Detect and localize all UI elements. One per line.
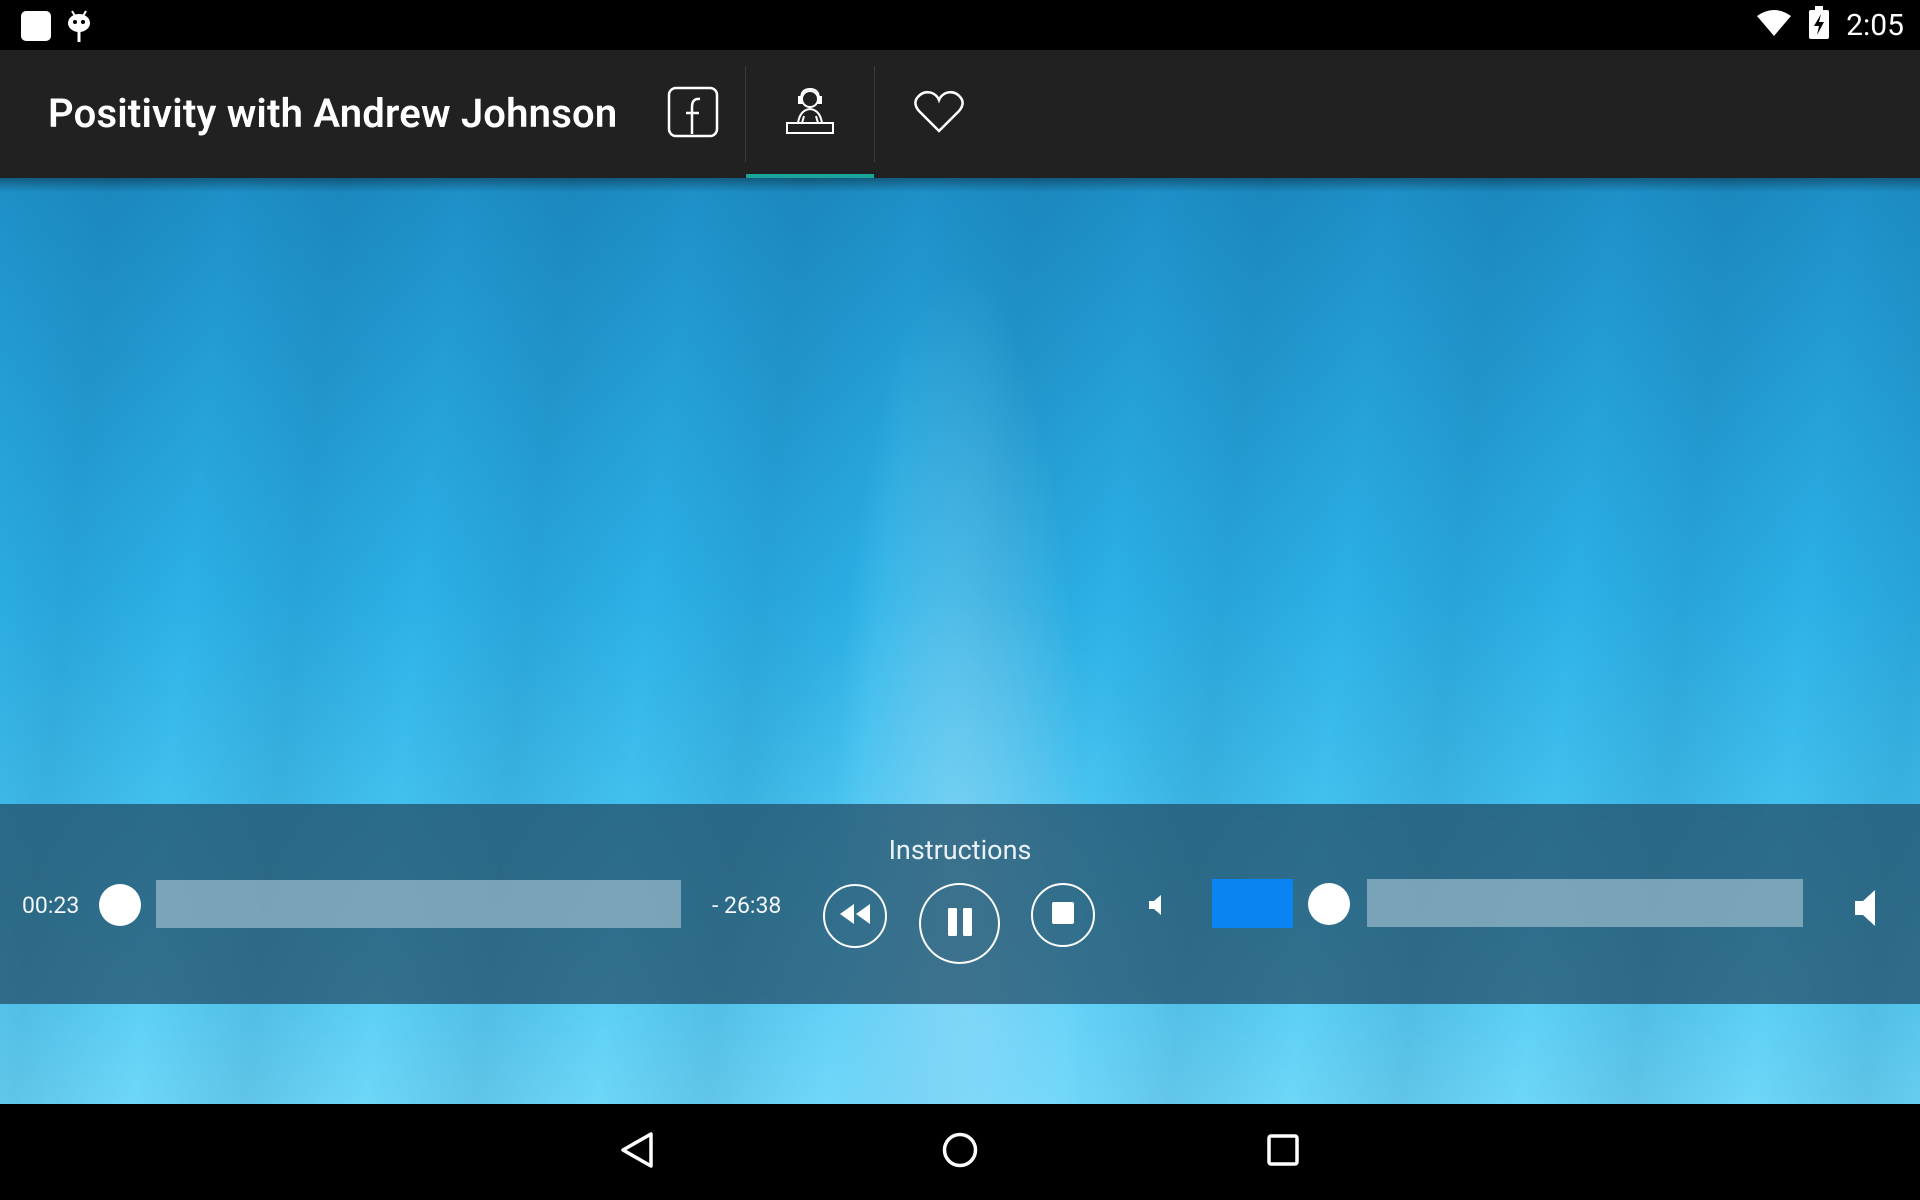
volume-bar-track[interactable] [1367,879,1803,927]
facebook-icon [667,86,719,142]
track-title: Instructions [888,834,1032,866]
seek-bar-track[interactable] [156,880,681,928]
back-button[interactable] [589,1104,685,1200]
battery-charging-icon [1808,6,1830,44]
elapsed-time: 00:23 [22,892,80,919]
back-icon [617,1130,657,1174]
seek-bar-thumb[interactable] [99,884,141,926]
pause-icon [945,906,975,942]
rewind-button[interactable] [823,884,887,948]
status-clock: 2:05 [1846,7,1904,43]
app-notification-icon [20,10,52,46]
volume-bar-thumb[interactable] [1308,883,1350,925]
wifi-icon [1756,8,1792,42]
app-bar-shadow [0,178,1920,192]
dj-icon [784,86,836,142]
home-icon [940,1130,980,1174]
pause-button[interactable] [919,883,1000,964]
player-panel: Instructions 00:23 - 26:38 [0,804,1920,1004]
heart-icon [913,89,965,139]
remaining-time: - 26:38 [712,892,782,919]
volume-bar-fill[interactable] [1212,879,1293,928]
home-button[interactable] [912,1104,1008,1200]
volume-high-icon [1854,889,1880,931]
volume-low-icon [1148,894,1164,920]
stop-icon [1051,901,1075,929]
app-title: Positivity with Andrew Johnson [48,90,618,137]
stop-button[interactable] [1031,883,1095,947]
tab-favorites[interactable] [875,50,1003,178]
app-bar: Positivity with Andrew Johnson [0,50,1920,178]
status-bar: 2:05 [0,0,1920,50]
tab-facebook[interactable] [638,50,748,178]
android-debug-icon [66,9,92,47]
recents-icon [1263,1130,1303,1174]
navigation-bar [0,1104,1920,1200]
rewind-icon [837,902,873,930]
recents-button[interactable] [1235,1104,1331,1200]
tab-dj[interactable] [746,50,874,178]
